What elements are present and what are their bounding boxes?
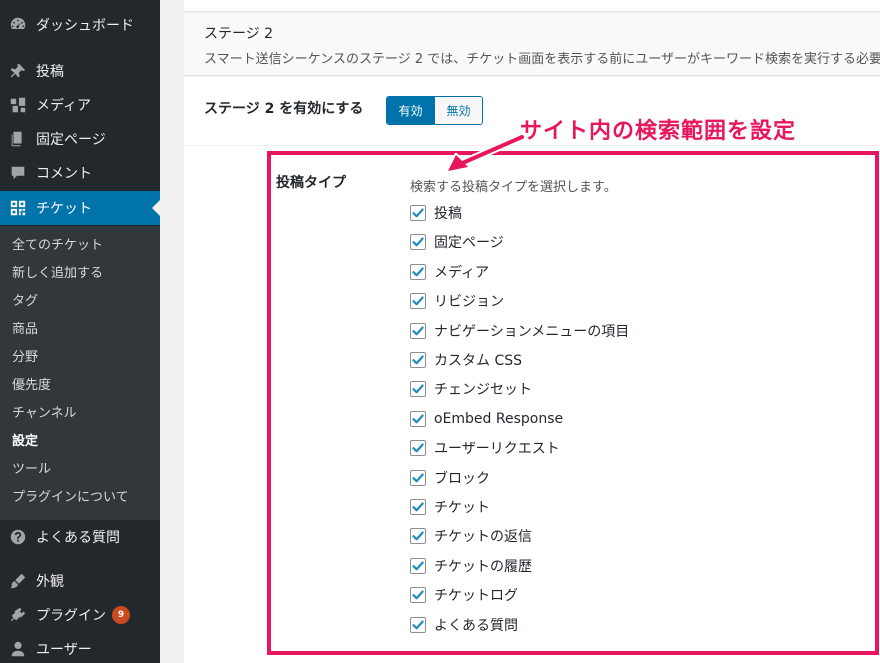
submenu-settings[interactable]: 設定 <box>12 432 38 452</box>
submenu-all-tickets[interactable]: 全てのチケット <box>12 236 103 256</box>
stage-title: ステージ 2 <box>204 26 274 42</box>
menu-dashboard[interactable]: ダッシュボード <box>0 8 160 42</box>
plugin-icon <box>0 606 36 624</box>
menu-users[interactable]: ユーザー <box>0 632 160 663</box>
pin-icon <box>0 62 36 80</box>
plugins-update-badge: 9 <box>112 606 130 624</box>
submenu-tags[interactable]: タグ <box>12 292 38 312</box>
settings-form: ステージ 2 を有効にする 有効 無効 投稿タイプ 検索する投稿タイプを選択しま… <box>184 77 880 663</box>
active-menu-arrow <box>152 200 160 216</box>
user-icon <box>0 640 36 658</box>
menu-media-label: メディア <box>36 98 92 114</box>
paintbrush-icon <box>0 572 36 590</box>
media-icon <box>0 96 36 114</box>
menu-appearance[interactable]: 外観 <box>0 564 160 598</box>
previous-section-edge <box>184 0 880 12</box>
menu-pages[interactable]: 固定ページ <box>0 122 160 156</box>
menu-comments-label: コメント <box>36 166 92 182</box>
menu-dashboard-label: ダッシュボード <box>36 18 134 34</box>
submenu-add-new[interactable]: 新しく追加する <box>12 264 103 284</box>
annotation-arrow-icon <box>446 133 526 173</box>
tickets-submenu: 全てのチケット 新しく追加する タグ 商品 分野 優先度 チャンネル 設定 ツー… <box>0 226 160 520</box>
toggle-off-button[interactable]: 無効 <box>434 97 482 124</box>
enable-stage-toggle[interactable]: 有効 無効 <box>386 96 483 125</box>
question-icon <box>0 528 36 546</box>
menu-posts[interactable]: 投稿 <box>0 54 160 88</box>
comment-icon <box>0 164 36 182</box>
menu-posts-label: 投稿 <box>36 64 64 80</box>
menu-tickets-label: チケット <box>36 201 92 217</box>
admin-sidebar: ダッシュボード 投稿 メディア 固定ページ コメント チケット 全てのチケット … <box>0 0 160 663</box>
annotation-text: サイト内の検索範囲を設定 <box>520 119 797 144</box>
stage-2-header: ステージ 2 スマート送信シーケンスのステージ 2 では、チケット画面を表示する… <box>184 13 880 76</box>
menu-appearance-label: 外観 <box>36 574 64 590</box>
page-icon <box>0 130 36 148</box>
menu-tickets[interactable]: チケット <box>0 191 160 225</box>
menu-plugins-label: プラグイン <box>36 608 106 624</box>
section-divider <box>184 145 880 146</box>
menu-users-label: ユーザー <box>36 642 92 658</box>
dashboard-icon <box>0 16 36 34</box>
menu-faq-label: よくある質問 <box>36 530 120 546</box>
main-content: ステージ 2 スマート送信シーケンスのステージ 2 では、チケット画面を表示する… <box>160 0 880 663</box>
menu-media[interactable]: メディア <box>0 88 160 122</box>
submenu-priority[interactable]: 優先度 <box>12 376 51 396</box>
menu-pages-label: 固定ページ <box>36 132 106 148</box>
annotation-highlight-box <box>267 151 879 655</box>
submenu-products[interactable]: 商品 <box>12 320 38 340</box>
ticket-grid-icon <box>0 199 36 217</box>
submenu-tools[interactable]: ツール <box>12 460 51 480</box>
enable-stage-label: ステージ 2 を有効にする <box>204 101 364 117</box>
stage-description: スマート送信シーケンスのステージ 2 では、チケット画面を表示する前にユーザーが… <box>204 52 880 67</box>
menu-comments[interactable]: コメント <box>0 156 160 190</box>
menu-plugins[interactable]: プラグイン 9 <box>0 598 160 632</box>
submenu-channels[interactable]: チャンネル <box>12 404 77 424</box>
submenu-departments[interactable]: 分野 <box>12 348 38 368</box>
toggle-on-button[interactable]: 有効 <box>387 97 434 124</box>
menu-faq[interactable]: よくある質問 <box>0 520 160 554</box>
submenu-about-plugin[interactable]: プラグインについて <box>12 488 129 508</box>
